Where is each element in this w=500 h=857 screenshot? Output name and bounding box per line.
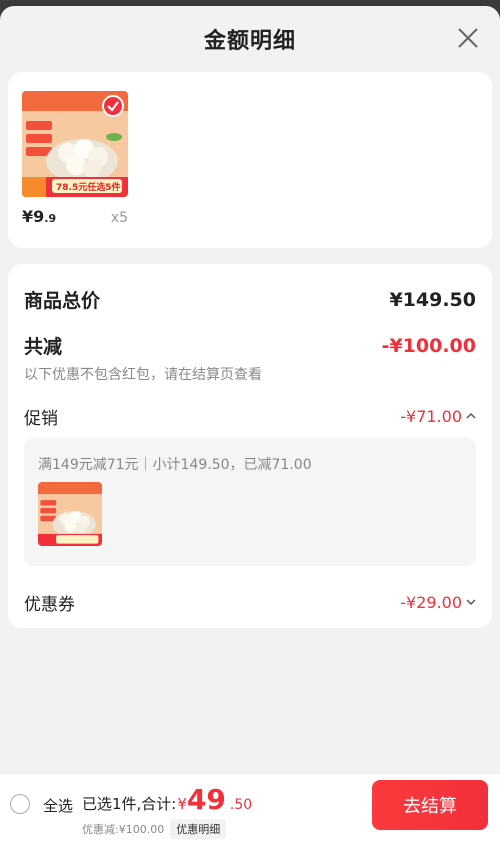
reduce-hint: 以下优惠不包含红包，请在结算页查看 [24,367,262,383]
promo-label: 促销 [24,409,58,429]
close-icon [458,28,478,48]
amount-decimal: .50 [229,797,253,813]
product-price-row: ¥9.9 x5 [22,207,128,226]
currency-symbol: ¥ [177,795,187,813]
page-title: 金额明细 [203,29,296,54]
reduce-value: -¥100.00 [381,334,476,357]
promo-row[interactable]: 促销 -¥71.00 [24,404,476,429]
product-list: 78.5元任选5件 ¥9.9 x5 [8,72,492,248]
promo-value: -¥71.00 [400,407,462,426]
chevron-up-icon [466,409,476,424]
total-row: 商品总价 ¥149.50 [24,286,476,313]
coupon-value-group[interactable]: -¥29.00 [400,593,476,612]
select-all-label[interactable]: 全选 [43,795,73,816]
coupon-label: 优惠券 [24,595,75,615]
reduce-label: 共减 [24,336,63,358]
total-label: 商品总价 [24,290,101,312]
amount-integer: 49 [186,783,226,816]
product-quantity: x5 [110,210,128,226]
chevron-down-icon [466,595,476,610]
coupon-row[interactable]: 优惠券 -¥29.00 [24,590,476,615]
promo-product-image[interactable] [38,482,102,546]
sheet-header: 金额明细 [0,6,500,72]
discount-text: 优惠减:¥100.00 [82,823,165,836]
product-price: ¥9.9 [22,207,57,226]
selected-count-text: 已选1件,合计: [82,795,177,813]
discount-detail-button[interactable]: 优惠明细 [170,819,227,839]
checkout-bar: 全选 已选1件,合计: ¥ 49 .50 优惠减:¥100.00 优惠明细 去结… [0,773,500,857]
coupon-value: -¥29.00 [400,593,462,612]
select-all-radio[interactable] [10,794,30,814]
product-item[interactable]: 78.5元任选5件 ¥9.9 x5 [22,91,130,226]
promo-detail-box: 满149元减71元｜小计149.50，已减71.00 [24,438,476,566]
total-value: ¥149.50 [389,288,476,311]
close-button[interactable] [456,26,480,50]
amount-detail-sheet: 金额明细 78.5元任选5件 ¥9.9 x5 商品总价 ¥149.50 共减 -… [0,6,500,857]
product-promo-label: 78.5元任选5件 [56,183,121,193]
product-image[interactable]: 78.5元任选5件 [22,91,128,197]
discount-line: 优惠减:¥100.00 优惠明细 [82,819,227,839]
promo-product-photo [38,482,102,546]
checkout-button[interactable]: 去结算 [372,780,488,830]
price-summary: 商品总价 ¥149.50 共减 -¥100.00 以下优惠不包含红包，请在结算页… [8,264,492,628]
promo-detail-text: 满149元减71元｜小计149.50，已减71.00 [38,457,312,473]
total-amount-line: 已选1件,合计: ¥ 49 .50 [82,783,252,816]
reduce-row: 共减 -¥100.00 [24,332,476,359]
check-icon[interactable] [102,95,124,117]
promo-value-group[interactable]: -¥71.00 [400,407,476,426]
